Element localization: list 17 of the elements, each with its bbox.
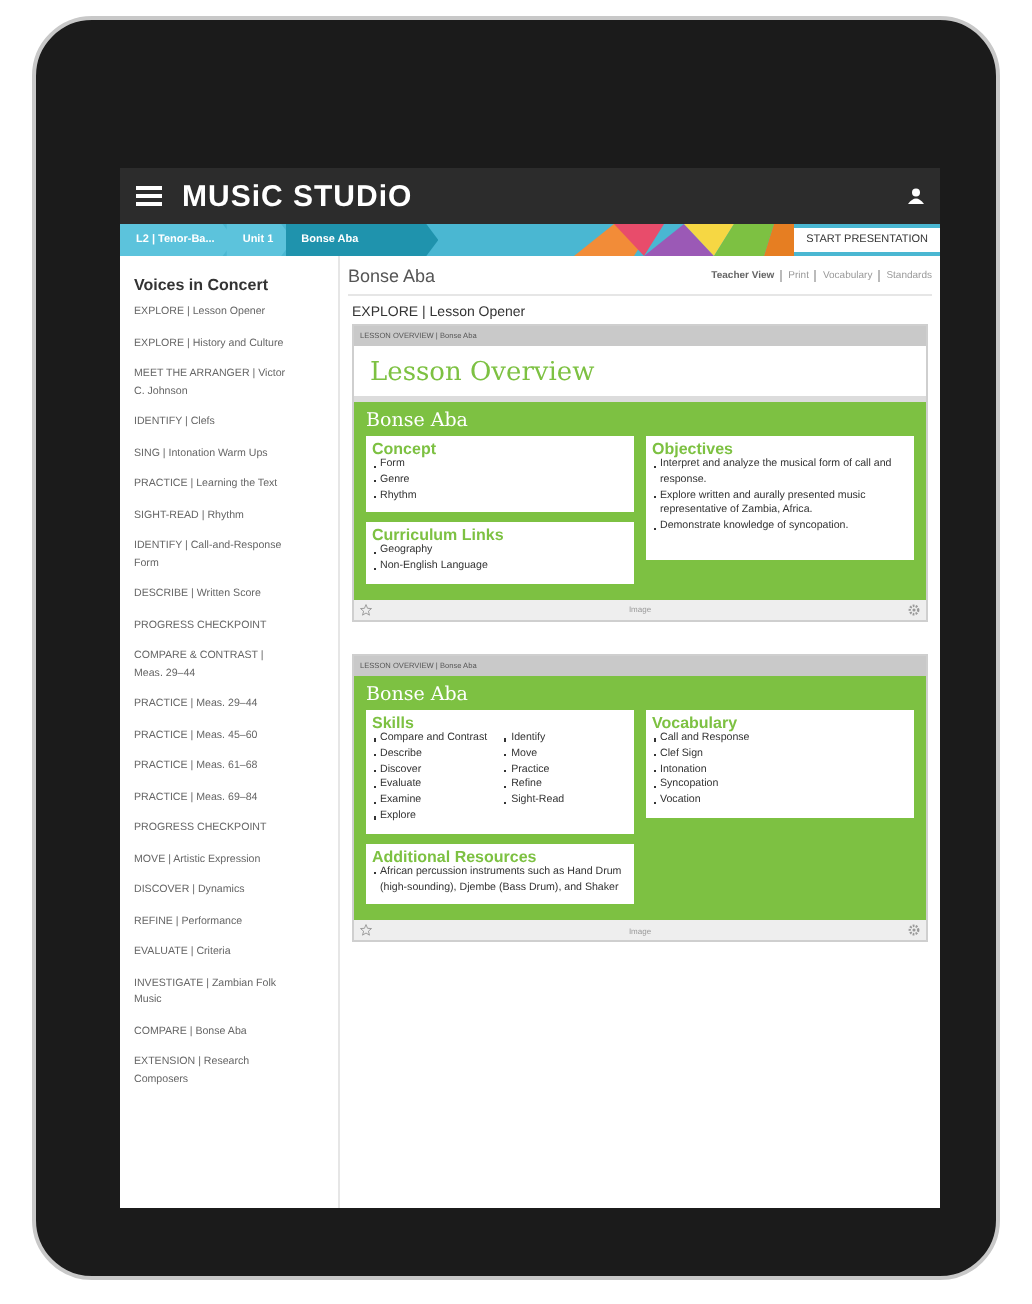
sidebar-title: Voices in Concert xyxy=(134,276,270,294)
user-icon[interactable] xyxy=(908,188,924,204)
page-title: Bonse Aba xyxy=(348,266,436,286)
settings-icon[interactable] xyxy=(908,603,920,616)
box-title: Additional Resources xyxy=(372,847,539,866)
app-logo: MUSiC STUDiO xyxy=(182,179,413,213)
box-title: Curriculum Links xyxy=(372,526,506,545)
box-title: Concept xyxy=(372,440,438,458)
box-title: Objectives xyxy=(652,440,735,458)
box-title: Skills xyxy=(372,713,416,732)
star-icon[interactable] xyxy=(360,924,372,937)
box-title: Vocabulary xyxy=(652,713,740,732)
card-subtitle: Bonse Aba xyxy=(366,410,470,432)
settings-icon[interactable] xyxy=(908,924,920,937)
star-icon[interactable] xyxy=(360,603,372,616)
menu-icon[interactable] xyxy=(136,184,162,208)
card-subtitle: Bonse Aba xyxy=(366,683,470,706)
